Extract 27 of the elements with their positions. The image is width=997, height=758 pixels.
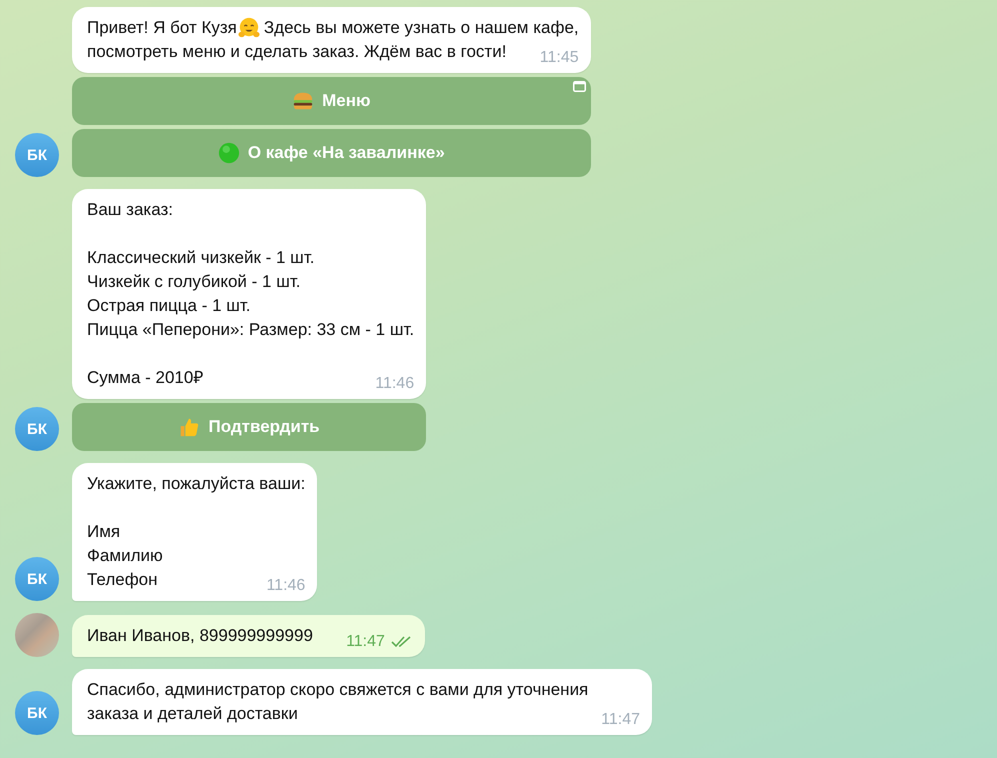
message-time: 11:45 xyxy=(540,48,579,68)
bot-avatar: БК xyxy=(15,407,59,451)
message-text: Привет! Я бот Кузя xyxy=(87,17,237,39)
message-text: Спасибо, администратор скоро свяжется с вами для уточнения заказа и деталей доставки xyxy=(87,680,588,723)
keyboard-button[interactable]: О кафе «На завалинке» xyxy=(72,129,591,177)
message-text: Классический чизкейк - 1 шт. Чизкейк с голубикой - 1 шт. Острая пицца - 1 шт. Пицца «Пеперони»: Размер: 33 см - 1 шт. xyxy=(87,248,414,339)
message-text: Здесь вы можете узнать о нашем кафе, xyxy=(264,17,579,39)
burger-icon xyxy=(292,90,314,112)
message-time: 11:46 xyxy=(375,374,414,394)
message-text: Иван Иванов, 899999999999 xyxy=(87,626,313,645)
message-text: Сумма - 2010₽ xyxy=(87,368,204,387)
message-time: 11:46 xyxy=(266,576,306,596)
bot-avatar: БК xyxy=(15,557,59,601)
smiling-face-icon xyxy=(238,17,260,39)
message-time: 11:47 xyxy=(601,710,640,730)
thumbs-up-icon xyxy=(178,416,200,438)
message-text: Ваш заказ: xyxy=(87,200,173,219)
keyboard-button[interactable]: Меню xyxy=(72,77,591,125)
circle-icon xyxy=(218,142,240,164)
message-time: 11:47 xyxy=(346,632,413,652)
bot-avatar: БК xyxy=(15,133,59,177)
message-text: Имя Фамилию Телефон xyxy=(87,522,163,589)
message-text: посмотреть меню и сделать заказ. Ждём вас в гости! xyxy=(87,42,506,61)
message-text: Укажите, пожалуйста ваши: xyxy=(87,474,306,493)
user-avatar xyxy=(15,613,59,657)
bot-avatar: БК xyxy=(15,691,59,735)
keyboard-button[interactable]: Подтвердить xyxy=(72,403,426,451)
